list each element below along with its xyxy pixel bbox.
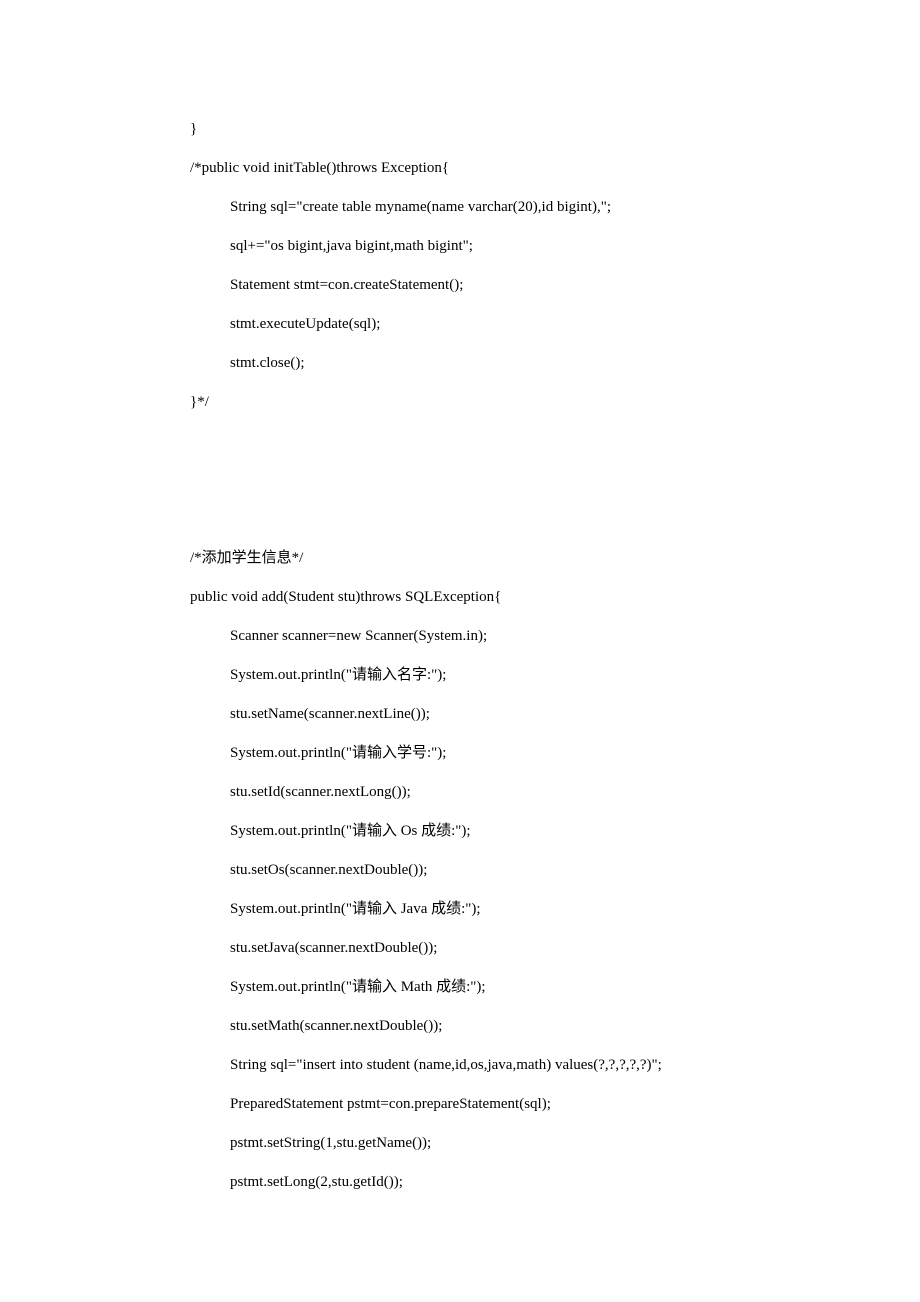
blank-line [190, 500, 820, 539]
code-line: }*/ [190, 383, 820, 422]
code-line: Statement stmt=con.createStatement(); [190, 266, 820, 305]
code-line: PreparedStatement pstmt=con.prepareState… [190, 1085, 820, 1124]
code-line: stmt.close(); [190, 344, 820, 383]
code-page: }/*public void initTable()throws Excepti… [0, 0, 920, 1202]
code-line: stmt.executeUpdate(sql); [190, 305, 820, 344]
blank-line [190, 461, 820, 500]
code-line: public void add(Student stu)throws SQLEx… [190, 578, 820, 617]
code-line: /*public void initTable()throws Exceptio… [190, 149, 820, 188]
code-line: System.out.println("请输入 Math 成绩:"); [190, 968, 820, 1007]
code-line: System.out.println("请输入名字:"); [190, 656, 820, 695]
blank-line [190, 422, 820, 461]
code-line: String sql="insert into student (name,id… [190, 1046, 820, 1085]
code-line: System.out.println("请输入 Java 成绩:"); [190, 890, 820, 929]
code-line: stu.setMath(scanner.nextDouble()); [190, 1007, 820, 1046]
code-line: pstmt.setString(1,stu.getName()); [190, 1124, 820, 1163]
code-line: pstmt.setLong(2,stu.getId()); [190, 1163, 820, 1202]
code-line: sql+="os bigint,java bigint,math bigint"… [190, 227, 820, 266]
code-line: /*添加学生信息*/ [190, 539, 820, 578]
code-line: } [190, 110, 820, 149]
code-line: stu.setJava(scanner.nextDouble()); [190, 929, 820, 968]
code-line: String sql="create table myname(name var… [190, 188, 820, 227]
code-line: System.out.println("请输入学号:"); [190, 734, 820, 773]
code-line: System.out.println("请输入 Os 成绩:"); [190, 812, 820, 851]
code-line: Scanner scanner=new Scanner(System.in); [190, 617, 820, 656]
code-line: stu.setName(scanner.nextLine()); [190, 695, 820, 734]
code-line: stu.setOs(scanner.nextDouble()); [190, 851, 820, 890]
code-line: stu.setId(scanner.nextLong()); [190, 773, 820, 812]
